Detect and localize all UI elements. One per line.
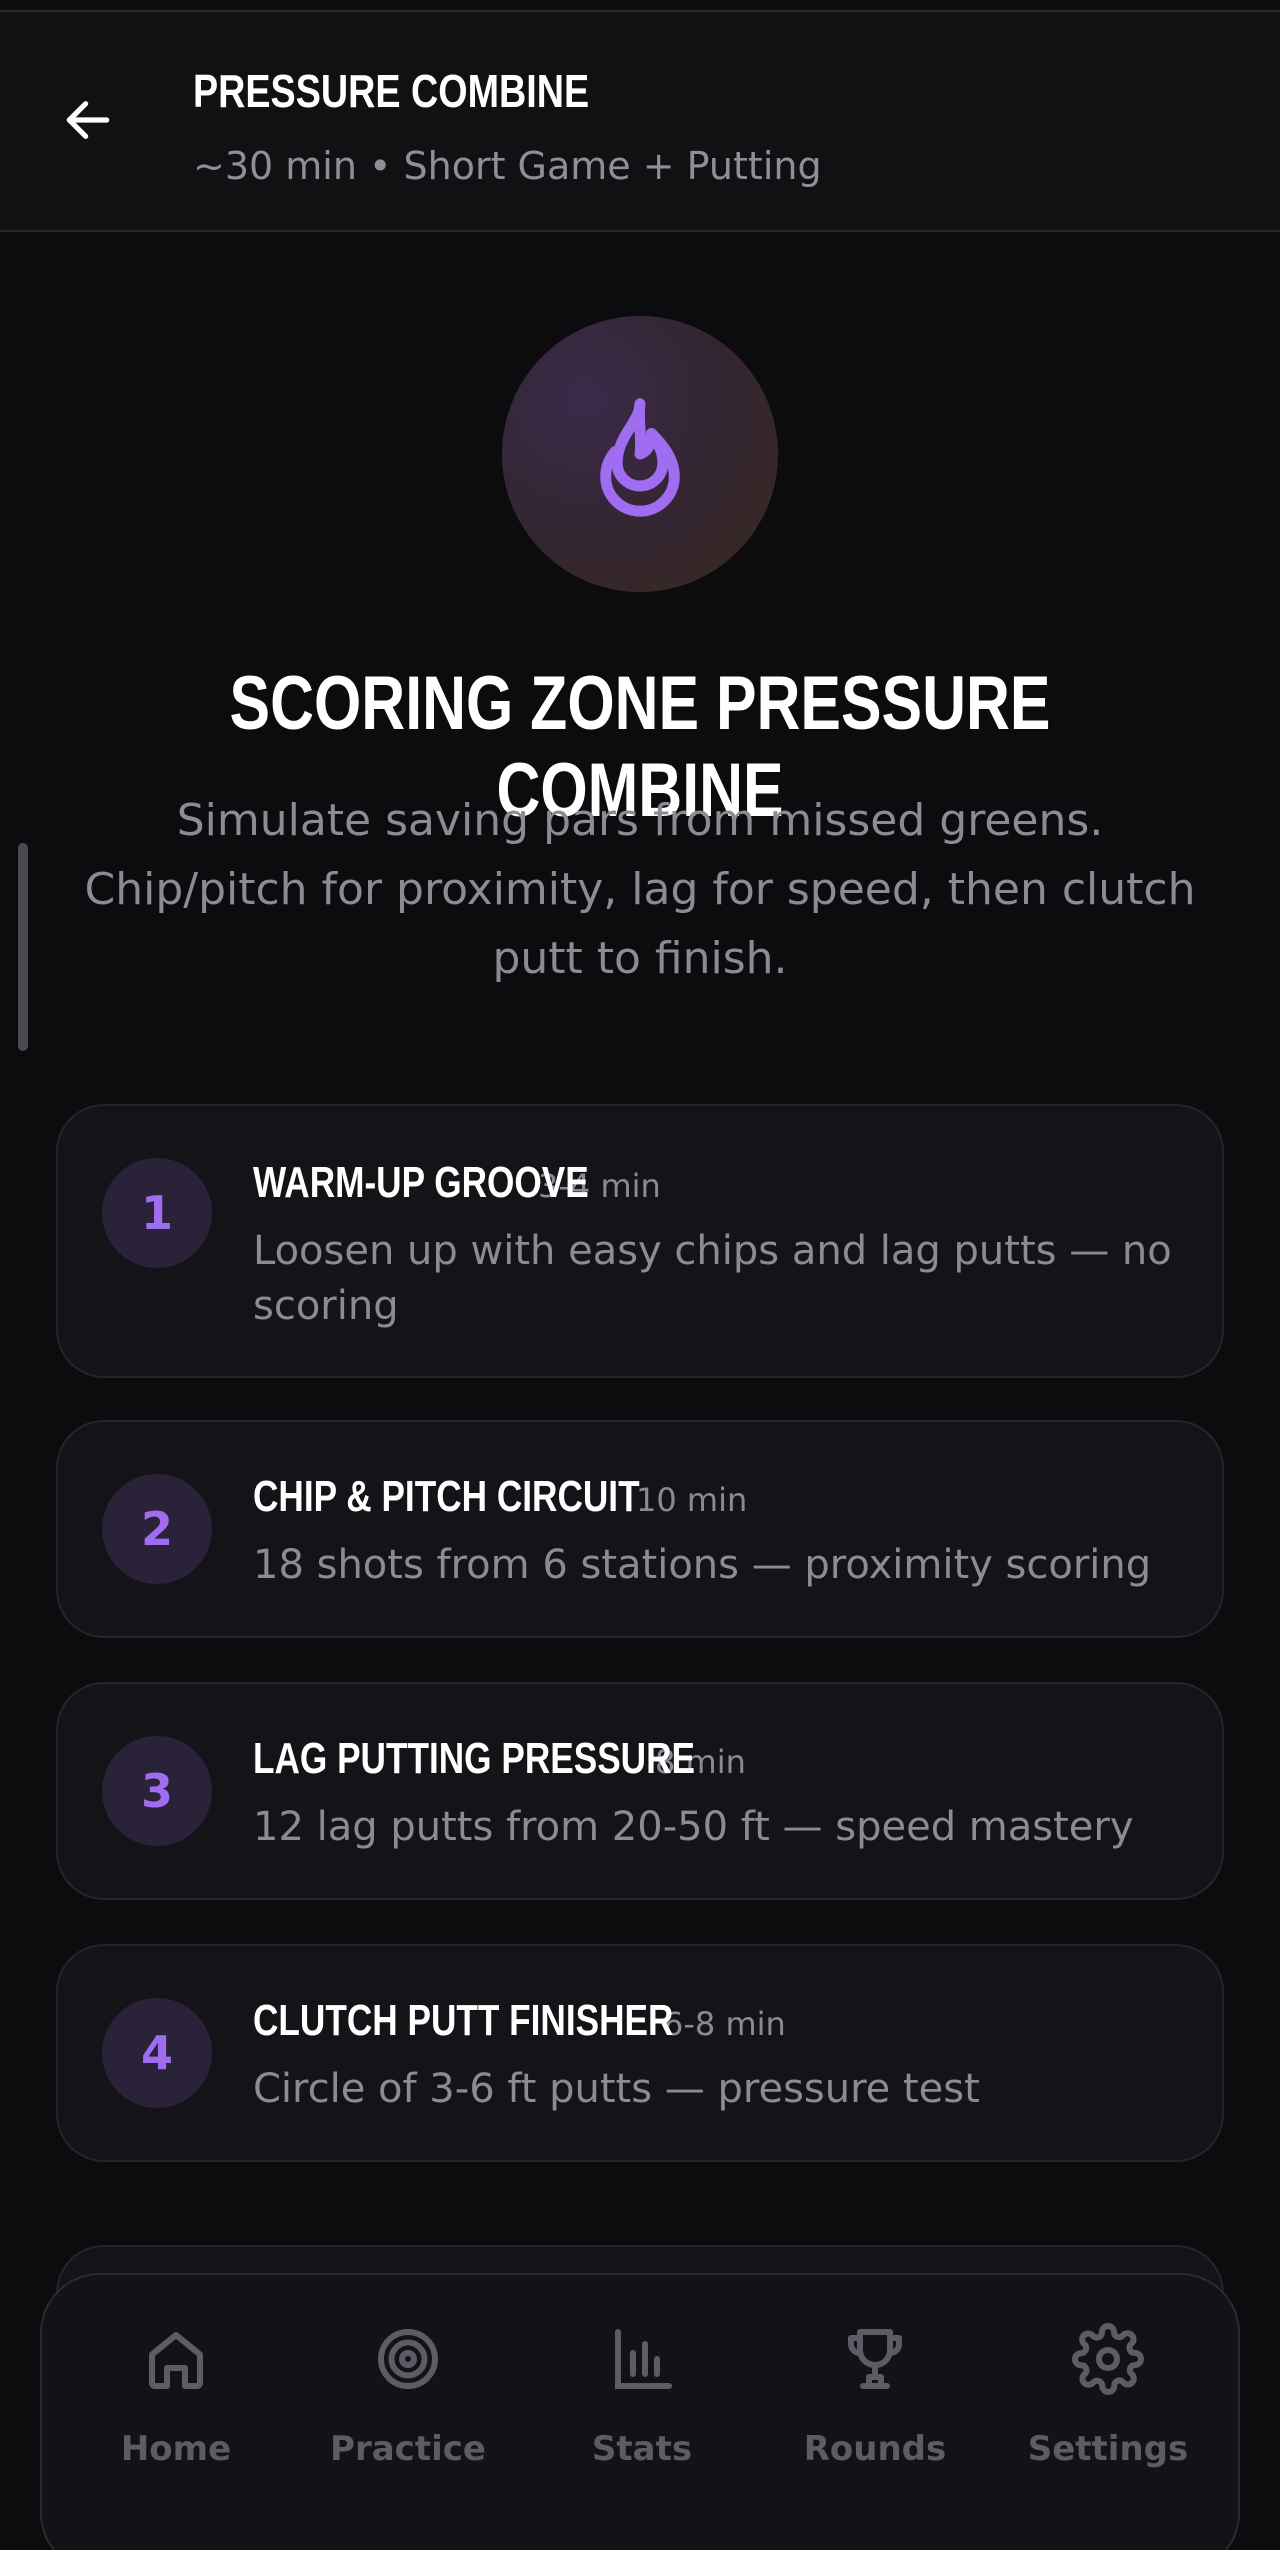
page-title: PRESSURE COMBINE: [193, 65, 590, 117]
step-number-badge: 3: [102, 1736, 212, 1846]
step-number-badge: 1: [102, 1158, 212, 1268]
home-icon: [149, 2332, 203, 2389]
nav-label: Home: [120, 2429, 232, 2469]
step-duration: 6-8 min: [663, 2005, 786, 2043]
nav-label: Practice: [330, 2429, 486, 2469]
step-duration: 10 min: [636, 1481, 748, 1519]
target-icon: [378, 2329, 438, 2389]
nav-item-rounds[interactable]: Rounds: [765, 2315, 985, 2515]
step-title: CLUTCH PUTT FINISHER: [253, 1996, 674, 2045]
step-header: WARM-UP GROOVE 3-4 min: [253, 1158, 661, 1208]
scrollbar[interactable]: [18, 843, 28, 1051]
step-card-3[interactable]: 3 LAG PUTTING PRESSURE 8 min 12 lag putt…: [56, 1682, 1224, 1900]
step-description: 18 shots from 6 stations — proximity sco…: [253, 1542, 1152, 1588]
hero-badge: [502, 316, 778, 592]
back-button[interactable]: [52, 84, 124, 156]
nav-item-home[interactable]: Home: [66, 2315, 286, 2515]
nav-item-settings[interactable]: Settings: [998, 2315, 1218, 2515]
gear-icon: [1072, 2323, 1144, 2395]
step-card-1[interactable]: 1 WARM-UP GROOVE 3-4 min Loosen up with …: [56, 1104, 1224, 1378]
step-number-badge: 2: [102, 1474, 212, 1584]
nav-item-stats[interactable]: Stats: [532, 2315, 752, 2515]
page-subtitle: ~30 min • Short Game + Putting: [193, 144, 822, 188]
bottom-nav: Home Practice Stats Rounds Settings: [40, 2273, 1240, 2550]
header: PRESSURE COMBINE ~30 min • Short Game + …: [0, 12, 1280, 232]
arrow-left-icon: [66, 101, 110, 139]
trophy-icon: [848, 2329, 902, 2389]
step-description: 12 lag putts from 20-50 ft — speed maste…: [253, 1804, 1134, 1850]
step-card-4[interactable]: 4 CLUTCH PUTT FINISHER 6-8 min Circle of…: [56, 1944, 1224, 2162]
status-bar-divider: [0, 0, 1280, 12]
drill-description: Simulate saving pars from missed greens.…: [84, 795, 1196, 984]
step-description: Loosen up with easy chips and lag putts …: [253, 1228, 1172, 1329]
step-description: Circle of 3-6 ft putts — pressure test: [253, 2066, 980, 2112]
nav-item-practice[interactable]: Practice: [298, 2315, 518, 2515]
step-header: CLUTCH PUTT FINISHER 6-8 min: [253, 1996, 786, 2046]
flame-icon: [600, 398, 680, 517]
app-screen: PRESSURE COMBINE ~30 min • Short Game + …: [0, 0, 1280, 2550]
nav-label: Settings: [1027, 2429, 1189, 2469]
nav-label: Rounds: [803, 2429, 947, 2469]
step-card-2[interactable]: 2 CHIP & PITCH CIRCUIT 10 min 18 shots f…: [56, 1420, 1224, 1638]
step-title: CHIP & PITCH CIRCUIT: [253, 1472, 640, 1521]
bar-chart-icon: [615, 2329, 672, 2389]
nav-label: Stats: [591, 2429, 693, 2469]
step-header: LAG PUTTING PRESSURE 8 min: [253, 1734, 746, 1784]
step-title: LAG PUTTING PRESSURE: [253, 1734, 695, 1783]
step-title: WARM-UP GROOVE: [253, 1158, 589, 1207]
step-number-badge: 4: [102, 1998, 212, 2108]
step-header: CHIP & PITCH CIRCUIT 10 min: [253, 1472, 747, 1522]
